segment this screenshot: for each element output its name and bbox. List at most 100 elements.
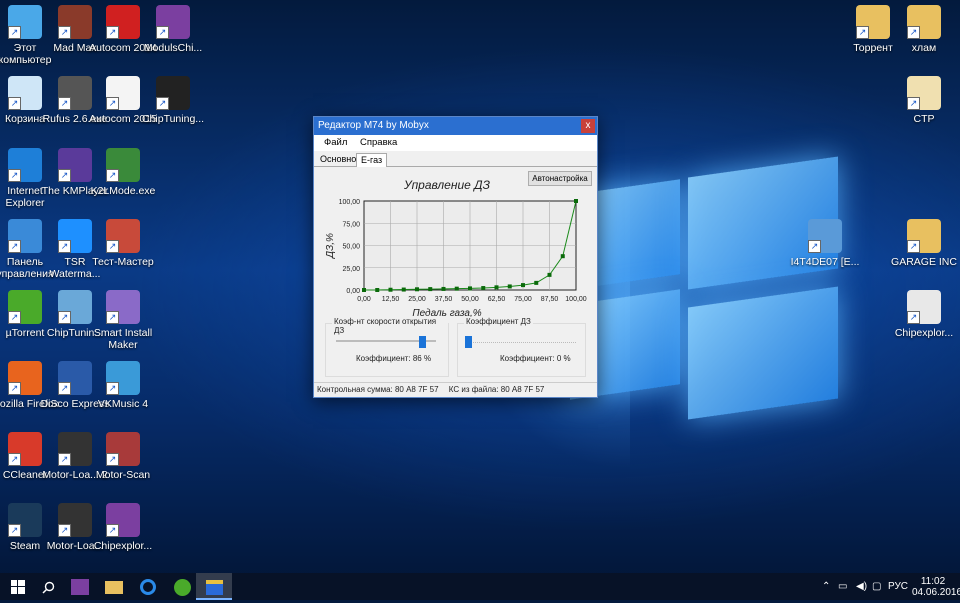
- tray-language[interactable]: РУС: [888, 573, 908, 600]
- data-point: [534, 280, 539, 285]
- app-icon: ↗: [907, 219, 941, 253]
- app-icon: ↗: [106, 219, 140, 253]
- shortcut-arrow-icon: ↗: [8, 26, 21, 39]
- x-tick-label: 37,50: [435, 296, 453, 303]
- x-tick-label: 87,50: [541, 296, 559, 303]
- shortcut-arrow-icon: ↗: [8, 382, 21, 395]
- shortcut-arrow-icon: ↗: [58, 97, 71, 110]
- app-icon: ↗: [58, 432, 92, 466]
- data-point: [560, 254, 565, 259]
- app-icon: ↗: [907, 5, 941, 39]
- desktop-icon-label: Chipexplor...: [894, 327, 954, 339]
- shortcut-arrow-icon: ↗: [8, 169, 21, 182]
- desktop-icon-label: Smart Install Maker: [93, 327, 153, 351]
- desktop-icon[interactable]: ↗ Chipexplor...: [88, 503, 158, 552]
- app-icon: ↗: [8, 290, 42, 324]
- shortcut-arrow-icon: ↗: [808, 240, 821, 253]
- utorrent-icon: [173, 578, 191, 596]
- editor-window[interactable]: Редактор M74 by Mobyx x Файл Справка Осн…: [313, 116, 598, 398]
- desktop-icon[interactable]: ↗ K2LMode.exe: [88, 148, 158, 197]
- tray-chevron-icon[interactable]: ⌃: [822, 573, 830, 600]
- desktop-icon[interactable]: ↗ CTP: [889, 76, 959, 125]
- status-bar: Контрольная сумма: 80 A8 7F 57 КС из фай…: [314, 382, 597, 397]
- search-icon: [41, 581, 54, 594]
- shortcut-arrow-icon: ↗: [907, 311, 920, 324]
- tray-notification-icon[interactable]: ▢: [872, 573, 881, 600]
- taskbar-utorrent[interactable]: [164, 573, 200, 600]
- tab-egas[interactable]: E-газ: [356, 153, 388, 167]
- desktop-icon[interactable]: ↗ I4T4DE07 [E...: [790, 219, 860, 268]
- close-button[interactable]: x: [581, 119, 595, 133]
- data-point: [521, 283, 525, 288]
- window-title: Редактор M74 by Mobyx: [318, 120, 429, 131]
- egas-panel: Автонастройка Управление ДЗ 0,00 12,50 25,0…: [317, 168, 594, 378]
- shortcut-arrow-icon: ↗: [58, 524, 71, 537]
- internet-explorer-icon: [140, 579, 156, 596]
- desktop-icon[interactable]: ↗ ModulsChi...: [138, 5, 208, 54]
- app-icon: ↗: [8, 361, 42, 395]
- opening-speed-title: Коэф-нт скорости открытия ДЗ: [332, 317, 448, 335]
- data-point: [507, 284, 512, 289]
- throttle-coef-title: Коэффициент ДЗ: [464, 317, 533, 326]
- window-titlebar[interactable]: Редактор M74 by Mobyx x: [314, 117, 597, 135]
- throttle-coef-slider-thumb[interactable]: [465, 336, 472, 348]
- shortcut-arrow-icon: ↗: [106, 97, 119, 110]
- data-point: [454, 286, 459, 291]
- data-point: [375, 288, 380, 292]
- taskbar: ⌃ ▭ ◀) ▢ РУС 11:02 04.06.2016: [0, 573, 960, 600]
- desktop-icon[interactable]: ↗ Smart Install Maker: [88, 290, 158, 351]
- app-icon: ↗: [907, 76, 941, 110]
- search-button[interactable]: [30, 573, 66, 600]
- tray-network-icon[interactable]: ▭: [838, 573, 847, 600]
- app-icon: ↗: [156, 5, 190, 39]
- shortcut-arrow-icon: ↗: [58, 240, 71, 253]
- desktop-icon[interactable]: ↗ хлам: [889, 5, 959, 54]
- windows-start-icon: [11, 580, 25, 595]
- shortcut-arrow-icon: ↗: [907, 26, 920, 39]
- app-icon: ↗: [8, 148, 42, 182]
- shortcut-arrow-icon: ↗: [106, 453, 119, 466]
- desktop-icon-label: I4T4DE07 [E...: [790, 256, 860, 268]
- y-axis-label: ДЗ,%: [325, 233, 336, 259]
- shortcut-arrow-icon: ↗: [106, 311, 119, 324]
- app-icon: ↗: [58, 503, 92, 537]
- shortcut-arrow-icon: ↗: [907, 97, 920, 110]
- app-icon: ↗: [106, 5, 140, 39]
- app-icon: ↗: [58, 290, 92, 324]
- desktop-icon-label: K2LMode.exe: [90, 185, 156, 197]
- shortcut-arrow-icon: ↗: [58, 382, 71, 395]
- desktop-icon-label: Motor-Scan: [95, 469, 151, 481]
- shortcut-arrow-icon: ↗: [907, 240, 920, 253]
- data-point: [441, 286, 446, 291]
- desktop-icon[interactable]: ↗ ChipTuning...: [138, 76, 208, 125]
- desktop-icon[interactable]: ↗ Тест-Мастер: [88, 219, 158, 268]
- taskbar-winrar[interactable]: [62, 573, 98, 600]
- app-icon: ↗: [156, 76, 190, 110]
- opening-speed-slider-thumb[interactable]: [419, 336, 426, 348]
- app-icon: ↗: [8, 5, 42, 39]
- shortcut-arrow-icon: ↗: [58, 311, 71, 324]
- app-icon: ↗: [8, 432, 42, 466]
- tray-volume-icon[interactable]: ◀): [856, 573, 867, 600]
- tray-date: 04.06.2016: [912, 587, 960, 598]
- desktop-icon[interactable]: ↗ GARAGE INC: [889, 219, 959, 268]
- data-point: [481, 286, 486, 291]
- taskbar-explorer[interactable]: [96, 573, 132, 600]
- tray-clock[interactable]: 11:02 04.06.2016: [912, 576, 960, 603]
- shortcut-arrow-icon: ↗: [106, 524, 119, 537]
- desktop-icon-label: ModulsChi...: [143, 42, 203, 54]
- taskbar-m74-editor[interactable]: [196, 573, 232, 600]
- y-tick-label: 50,00: [342, 244, 360, 251]
- desktop-icon[interactable]: ↗ Chipexplor...: [889, 290, 959, 339]
- status-checksum: Контрольная сумма: 80 A8 7F 57: [317, 385, 439, 394]
- desktop-icon[interactable]: ↗ VKMusic 4: [88, 361, 158, 410]
- desktop-icon[interactable]: ↗ Motor-Scan: [88, 432, 158, 481]
- shortcut-arrow-icon: ↗: [58, 169, 71, 182]
- shortcut-arrow-icon: ↗: [58, 26, 71, 39]
- taskbar-ie[interactable]: [130, 573, 166, 600]
- menu-help[interactable]: Справка: [360, 137, 397, 148]
- x-tick-label: 0,00: [357, 296, 371, 303]
- app-icon: ↗: [106, 503, 140, 537]
- data-point: [362, 288, 366, 292]
- menu-file[interactable]: Файл: [324, 137, 347, 148]
